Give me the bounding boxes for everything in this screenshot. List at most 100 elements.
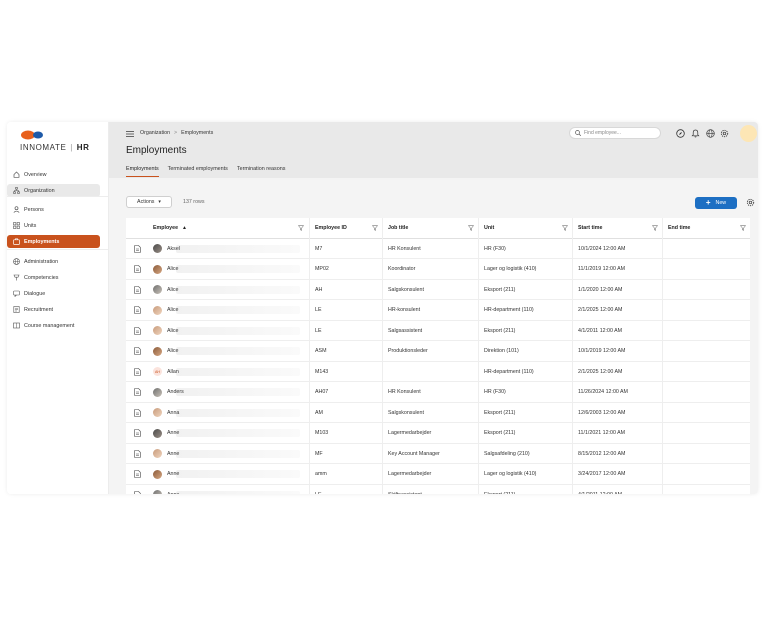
cell-end <box>662 279 750 300</box>
column-header-employee[interactable]: Employee ▲ <box>148 218 309 239</box>
actions-dropdown[interactable]: Actions ▾ <box>126 196 172 208</box>
name-placeholder-bar <box>176 388 300 396</box>
filter-icon[interactable] <box>739 225 747 231</box>
sidebar-item-label: Persons <box>24 206 44 213</box>
table-row[interactable]: Alice LE HR-konsulent HR-department (110) 2/… <box>126 300 750 321</box>
new-button[interactable]: + New <box>695 197 737 209</box>
document-icon[interactable] <box>126 362 148 383</box>
cell-text: amm <box>315 471 327 478</box>
search-box[interactable] <box>569 127 661 139</box>
tab-employments[interactable]: Employments <box>126 166 159 177</box>
document-icon[interactable] <box>126 485 148 494</box>
compass-icon[interactable] <box>675 128 685 138</box>
cell-start: 11/1/2019 12:00 AM <box>572 259 662 280</box>
sidebar-item-persons[interactable]: Persons <box>7 203 100 216</box>
sidebar-item-label: Organization <box>24 187 55 194</box>
cell-text: Lagermedarbejder <box>388 430 432 437</box>
search-input[interactable] <box>584 130 654 136</box>
table-row[interactable]: Aksel M7 HR Konsulent HR (F30) 10/1/2024 12:… <box>126 238 750 260</box>
column-header-job-title[interactable]: Job title <box>382 218 478 239</box>
filter-icon[interactable] <box>651 225 659 231</box>
bell-icon[interactable] <box>690 128 700 138</box>
cell-text: Allan <box>167 368 179 375</box>
cell-text: HR-department (110) <box>484 368 534 375</box>
filter-icon[interactable] <box>371 225 379 231</box>
name-placeholder-bar <box>176 306 300 314</box>
cell-end <box>662 238 750 259</box>
sidebar-item-administration[interactable]: Administration <box>7 255 100 268</box>
cell-name: Alice <box>148 280 309 301</box>
document-icon[interactable] <box>126 280 148 301</box>
cell-text: Anna <box>167 409 180 416</box>
competencies-icon <box>12 274 20 282</box>
filter-icon[interactable] <box>561 225 569 231</box>
name-placeholder-bar <box>176 429 300 437</box>
cell-text: HR Konsulent <box>388 389 421 396</box>
cell-unit: HR-department (110) <box>478 300 572 321</box>
table-row[interactable]: Alice MP02 Koordinator Lager og logistik (4… <box>126 259 750 280</box>
cell-end <box>662 382 750 403</box>
sidebar-item-dialogue[interactable]: Dialogue <box>7 287 100 300</box>
menu-icon[interactable] <box>126 131 134 137</box>
breadcrumb: Organization > Employments <box>140 130 213 136</box>
table-row[interactable]: AH Allan M143 HR-department (110) 2/1/2025 1… <box>126 361 750 383</box>
document-icon[interactable] <box>126 341 148 362</box>
table-row[interactable]: Anders AH07 HR Konsulent HR (F30) 11/26/2024… <box>126 382 750 403</box>
document-icon[interactable] <box>126 403 148 424</box>
sidebar-item-competencies[interactable]: Competencies <box>7 271 100 284</box>
gear-icon[interactable] <box>719 128 729 138</box>
table-row[interactable]: Anne LE Skiftsassistent Eksport (211) 4/1/20… <box>126 484 750 494</box>
cell-start: 10/1/2019 12:00 AM <box>572 341 662 362</box>
cell-text: Eksport (211) <box>484 430 516 437</box>
user-avatar[interactable] <box>740 125 757 142</box>
column-header-start-time[interactable]: Start time <box>572 218 662 239</box>
table-row[interactable]: Alice AH Salgskonsulent Eksport (211) 1/1/20… <box>126 279 750 301</box>
sidebar-item-course-management[interactable]: Course management <box>7 319 100 332</box>
breadcrumb-organization[interactable]: Organization <box>140 130 170 136</box>
cell-text: Salgsafdeling (210) <box>484 450 530 457</box>
sidebar-item-recruitment[interactable]: Recruitment <box>7 303 100 316</box>
table-row[interactable]: Alice ASM Produktionsleder Direktion (101) 1… <box>126 341 750 362</box>
sidebar-item-employments[interactable]: Employments <box>7 235 100 248</box>
cell-id: MF <box>309 443 382 464</box>
document-icon[interactable] <box>126 444 148 465</box>
cell-text: Key Account Manager <box>388 450 440 457</box>
cell-job <box>382 361 478 382</box>
document-icon[interactable] <box>126 321 148 342</box>
cell-text: Eksport (211) <box>484 409 516 416</box>
document-icon[interactable] <box>126 464 148 485</box>
cell-start: 12/6/2003 12:00 AM <box>572 402 662 423</box>
document-icon[interactable] <box>126 239 148 260</box>
table-row[interactable]: Anna AM Salgskonsulent Eksport (211) 12/6/20… <box>126 402 750 424</box>
table-settings-icon[interactable] <box>746 198 755 207</box>
org-chart-icon <box>12 187 20 195</box>
table-row[interactable]: Alice LE Salgsassistent Eksport (211) 4/1/20… <box>126 320 750 342</box>
innomate-logo[interactable]: INNOMATE | HR <box>20 130 100 152</box>
cell-id: ASM <box>309 341 382 362</box>
table-row[interactable]: Anne M103 Lagermedarbejder Eksport (211) 11/… <box>126 423 750 444</box>
cell-text: Anders <box>167 389 184 396</box>
filter-icon[interactable] <box>467 225 475 231</box>
document-icon[interactable] <box>126 259 148 280</box>
sidebar-item-label: Administration <box>24 258 59 265</box>
tab-termination-reasons[interactable]: Termination reasons <box>237 166 286 177</box>
table-row[interactable]: Anne amm Lagermedarbejder Lager og logistik… <box>126 464 750 485</box>
document-icon[interactable] <box>126 423 148 444</box>
document-icon[interactable] <box>126 382 148 403</box>
column-header-employee-id[interactable]: Employee ID <box>309 218 382 239</box>
document-icon[interactable] <box>126 300 148 321</box>
column-header-end-time[interactable]: End time <box>662 218 750 239</box>
cell-job: Lagermedarbejder <box>382 423 478 444</box>
sidebar-item-units[interactable]: Units <box>7 219 100 232</box>
tab-terminated-employments[interactable]: Terminated employments <box>168 166 228 177</box>
cell-text: Salgskonsulent <box>388 286 424 293</box>
globe-icon <box>12 258 20 266</box>
filter-icon[interactable] <box>297 225 305 231</box>
globe-icon[interactable] <box>705 128 715 138</box>
sidebar-item-overview[interactable]: Overview <box>7 168 100 181</box>
cell-text: ASM <box>315 348 327 355</box>
table-row[interactable]: Anne MF Key Account Manager Salgsafdeling (… <box>126 443 750 465</box>
cell-id: LE <box>309 320 382 341</box>
column-header-unit[interactable]: Unit <box>478 218 572 239</box>
sort-ascending-icon[interactable]: ▲ <box>182 225 187 231</box>
